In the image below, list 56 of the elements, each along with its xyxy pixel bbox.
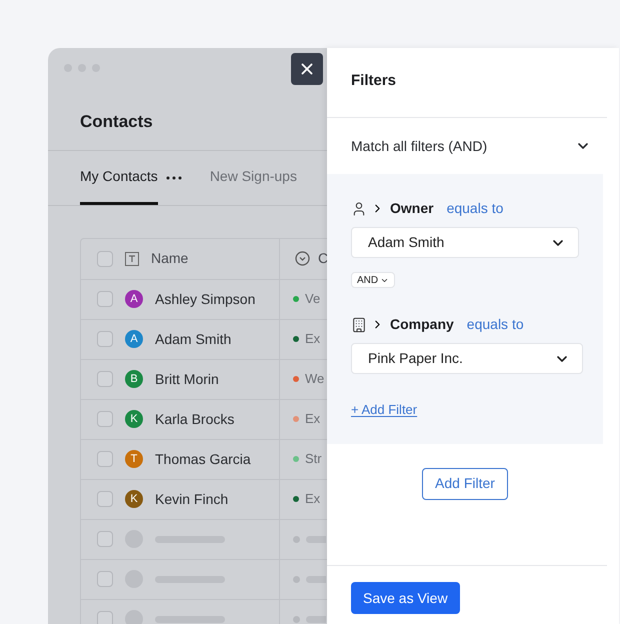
- text-placeholder: [306, 616, 326, 622]
- avatar: K: [125, 410, 143, 428]
- add-filter-link[interactable]: + Add Filter: [351, 400, 603, 420]
- contact-name: Kevin Finch: [155, 490, 228, 508]
- panel-title: Filters: [351, 71, 396, 92]
- avatar: A: [125, 330, 143, 348]
- status-text: Ex: [305, 490, 320, 508]
- status-text: Str: [305, 450, 322, 468]
- contact-name: Thomas Garcia: [155, 450, 251, 468]
- building-icon: [351, 316, 367, 332]
- filter-field: Owner: [390, 198, 434, 219]
- save-view-button[interactable]: Save as View: [351, 582, 460, 614]
- dot-placeholder: [293, 576, 300, 582]
- joiner-dropdown[interactable]: AND: [351, 272, 396, 288]
- checkbox[interactable]: [97, 291, 113, 307]
- text-placeholder: [306, 536, 326, 542]
- checkbox[interactable]: [97, 331, 113, 347]
- status-text: Ex: [305, 330, 320, 348]
- filter-field: Company: [390, 314, 454, 335]
- window-title: Contacts: [80, 111, 154, 133]
- value-dropdown[interactable]: Adam Smith: [351, 227, 579, 258]
- value-dropdown[interactable]: Pink Paper Inc.: [351, 343, 583, 374]
- close-button[interactable]: [291, 53, 323, 85]
- person-icon: [351, 200, 367, 216]
- operator-link[interactable]: equals to: [446, 198, 504, 219]
- contact-name: Adam Smith: [155, 330, 232, 348]
- dot-placeholder: [293, 616, 300, 622]
- avatar: K: [125, 490, 143, 508]
- checkbox[interactable]: [97, 491, 113, 507]
- text-field-icon: [125, 252, 139, 266]
- add-filter-button[interactable]: Add Filter: [422, 468, 508, 500]
- avatar: A: [125, 290, 143, 308]
- status-text: Ex: [305, 410, 320, 428]
- checkbox[interactable]: [97, 371, 113, 387]
- tab[interactable]: My Contacts: [80, 150, 158, 204]
- dot-placeholder: [293, 536, 300, 542]
- operator-link[interactable]: equals to: [466, 314, 524, 335]
- dropdown-circle-icon: [295, 251, 310, 266]
- avatar: B: [125, 370, 143, 388]
- checkbox[interactable]: [97, 611, 113, 624]
- checkbox[interactable]: [97, 571, 113, 587]
- text-placeholder: [306, 576, 326, 582]
- checkbox[interactable]: [97, 531, 113, 547]
- contact-name: Karla Brocks: [155, 410, 234, 428]
- tab[interactable]: New Sign-ups: [210, 150, 297, 204]
- contact-name: Britt Morin: [155, 370, 219, 388]
- more-icon[interactable]: [166, 176, 182, 180]
- checkbox[interactable]: [97, 451, 113, 467]
- status-text: Ve: [305, 290, 320, 308]
- checkbox[interactable]: [97, 250, 113, 266]
- checkbox[interactable]: [97, 411, 113, 427]
- column-header[interactable]: Name: [151, 248, 188, 269]
- contact-name: Ashley Simpson: [155, 290, 256, 309]
- avatar: T: [125, 450, 143, 468]
- status-text: We: [305, 370, 324, 388]
- match-mode-dropdown[interactable]: Match all filters (AND): [327, 118, 619, 174]
